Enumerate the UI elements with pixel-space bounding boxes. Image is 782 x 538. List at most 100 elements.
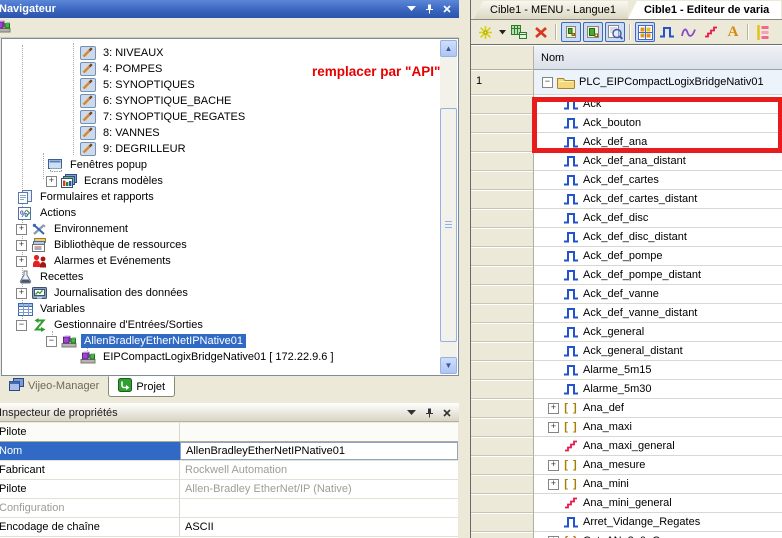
collapse-expander[interactable]: − xyxy=(542,77,553,88)
scrollbar-thumb[interactable] xyxy=(440,108,457,342)
expand-plus-icon[interactable]: + xyxy=(16,240,27,251)
variable-row[interactable]: Ack_def_disc_distant xyxy=(471,228,782,247)
tree-item[interactable]: %Actions xyxy=(2,205,440,221)
tree-item[interactable]: Fenêtres popup xyxy=(2,157,440,173)
navigator-tab-projet[interactable]: Projet xyxy=(108,376,175,397)
expand-plus-icon[interactable]: + xyxy=(16,288,27,299)
property-value[interactable]: Allen-Bradley EtherNet/IP (Native) xyxy=(180,480,458,498)
tree-item[interactable]: Recettes xyxy=(2,269,440,285)
tree-item[interactable]: 7: SYNOPTIQUE_REGATES xyxy=(2,109,440,125)
tree-item[interactable]: −Gestionnaire d'Entrées/Sorties xyxy=(2,317,440,333)
navigator-tab-vijeo-manager[interactable]: Vijeo-Manager xyxy=(0,376,108,395)
expand-plus-icon[interactable]: + xyxy=(16,224,27,235)
variable-row[interactable]: Ack_def_vanne xyxy=(471,285,782,304)
variable-row[interactable]: Ack_bouton xyxy=(471,114,782,133)
variable-row[interactable]: Ana_mini_general xyxy=(471,494,782,513)
property-row[interactable]: NomAllenBradleyEtherNetIPNative01 xyxy=(0,442,458,461)
filter-blocks-icon[interactable] xyxy=(753,22,773,42)
expand-plus-icon[interactable]: + xyxy=(46,176,57,187)
editor-tab-1[interactable]: Cible1 - Editeur de varia xyxy=(628,1,781,19)
property-value[interactable]: ASCII xyxy=(180,518,458,536)
filter-bool-icon[interactable] xyxy=(657,22,677,42)
property-row[interactable]: Configuration xyxy=(0,499,458,518)
variable-row[interactable]: Ack_def_cartes_distant xyxy=(471,190,782,209)
property-row[interactable]: Encodage de chaîneASCII xyxy=(0,518,458,537)
row-header xyxy=(471,266,534,285)
close-icon[interactable] xyxy=(443,5,451,13)
filter-float-icon[interactable] xyxy=(701,22,721,42)
device-icon[interactable] xyxy=(0,20,12,36)
variable-row[interactable]: Ack_def_cartes xyxy=(471,171,782,190)
tree-item[interactable]: +Ecrans modèles xyxy=(2,173,440,189)
property-row[interactable]: PiloteAllen-Bradley EtherNet/IP (Native) xyxy=(0,480,458,499)
pin-icon[interactable] xyxy=(425,4,434,14)
delete-variable-icon[interactable] xyxy=(531,22,551,42)
view-compact-icon[interactable] xyxy=(561,22,581,42)
property-value[interactable]: Rockwell Automation xyxy=(180,461,458,479)
tree-item[interactable]: 8: VANNES xyxy=(2,125,440,141)
close-icon[interactable] xyxy=(443,409,451,417)
property-value[interactable] xyxy=(180,499,458,517)
filter-int-icon[interactable] xyxy=(679,22,699,42)
tree-item[interactable]: +Bibliothèque de ressources xyxy=(2,237,440,253)
variable-row[interactable]: Ack_def_ana xyxy=(471,133,782,152)
editor-tab-0[interactable]: Cible1 - MENU - Langue1 xyxy=(474,1,628,19)
filter-all-icon[interactable] xyxy=(635,22,655,42)
scroll-up-arrow-icon[interactable]: ▲ xyxy=(440,40,457,57)
tree-item[interactable]: Variables xyxy=(2,301,440,317)
variable-row[interactable]: Ack_def_vanne_distant xyxy=(471,304,782,323)
tree-item[interactable]: EIPCompactLogixBridgeNative01 [ 172.22.9… xyxy=(2,349,440,365)
variable-row[interactable]: Alarme_5m30 xyxy=(471,380,782,399)
variable-row[interactable]: +[ ]Ana_def xyxy=(471,399,782,418)
tree-item[interactable]: 6: SYNOPTIQUE_BACHE xyxy=(2,93,440,109)
property-row[interactable]: FabricantRockwell Automation xyxy=(0,461,458,480)
property-value[interactable]: AllenBradleyEtherNetIPNative01 xyxy=(180,442,458,460)
expand-plus-icon[interactable]: + xyxy=(548,422,559,433)
variable-row[interactable]: +[ ]Ana_mini xyxy=(471,475,782,494)
tree-item[interactable]: Formulaires et rapports xyxy=(2,189,440,205)
duplicate-variable-icon[interactable] xyxy=(509,22,529,42)
variable-row[interactable]: Ana_maxi_general xyxy=(471,437,782,456)
variable-row[interactable]: Ack_def_ana_distant xyxy=(471,152,782,171)
variable-row[interactable]: Ack_general_distant xyxy=(471,342,782,361)
chevron-down-icon[interactable] xyxy=(407,6,416,12)
scroll-down-arrow-icon[interactable]: ▼ xyxy=(440,357,457,374)
expand-plus-icon[interactable]: + xyxy=(548,460,559,471)
variable-row[interactable]: +[ ]Ana_maxi xyxy=(471,418,782,437)
expand-plus-icon[interactable]: + xyxy=(548,479,559,490)
name-column-header[interactable]: Nom xyxy=(534,46,782,70)
toolbar-separator xyxy=(629,24,631,40)
expand-plus-icon[interactable]: + xyxy=(16,256,27,267)
variable-row[interactable]: Ack_def_pompe_distant xyxy=(471,266,782,285)
new-variable-icon[interactable] xyxy=(475,22,495,42)
bool-variable-icon xyxy=(562,98,580,110)
preview-icon[interactable] xyxy=(605,22,625,42)
tree-item[interactable]: 3: NIVEAUX xyxy=(2,45,440,61)
variable-row[interactable]: Ack_def_pompe xyxy=(471,247,782,266)
variable-row[interactable]: Ack_general xyxy=(471,323,782,342)
tree-item[interactable]: 9: DEGRILLEUR xyxy=(2,141,440,157)
view-detail-icon[interactable] xyxy=(583,22,603,42)
chevron-down-icon[interactable] xyxy=(407,410,416,416)
variable-row[interactable]: +{ }Cpt_AN_2_0_C xyxy=(471,532,782,538)
tree-item[interactable]: 5: SYNOPTIQUES xyxy=(2,77,440,93)
variable-name: Ack_def_ana_distant xyxy=(583,155,686,167)
expand-plus-icon[interactable]: + xyxy=(548,403,559,414)
tree-item[interactable]: +Journalisation des données xyxy=(2,285,440,301)
variable-row[interactable]: Ack_def_disc xyxy=(471,209,782,228)
tree-scrollbar[interactable]: ▲ ▼ xyxy=(440,40,457,374)
collapse-minus-icon[interactable]: − xyxy=(46,336,57,347)
collapse-minus-icon[interactable]: − xyxy=(16,320,27,331)
filter-string-icon[interactable]: A xyxy=(723,22,743,42)
plc-folder-row[interactable]: 1 − PLC_EIPCompactLogixBridgeNativ01 xyxy=(471,70,782,95)
variable-row[interactable]: Alarme_5m15 xyxy=(471,361,782,380)
variable-row[interactable]: Ack xyxy=(471,95,782,114)
bool-variable-icon xyxy=(562,231,580,243)
new-variable-dropdown-icon[interactable] xyxy=(497,22,507,42)
pin-icon[interactable] xyxy=(425,408,434,418)
variable-row[interactable]: +[ ]Ana_mesure xyxy=(471,456,782,475)
tree-item[interactable]: +Alarmes et Evénements xyxy=(2,253,440,269)
tree-item[interactable]: +Environnement xyxy=(2,221,440,237)
variable-row[interactable]: Arret_Vidange_Regates xyxy=(471,513,782,532)
tree-item[interactable]: −AllenBradleyEtherNetIPNative01 xyxy=(2,333,440,349)
